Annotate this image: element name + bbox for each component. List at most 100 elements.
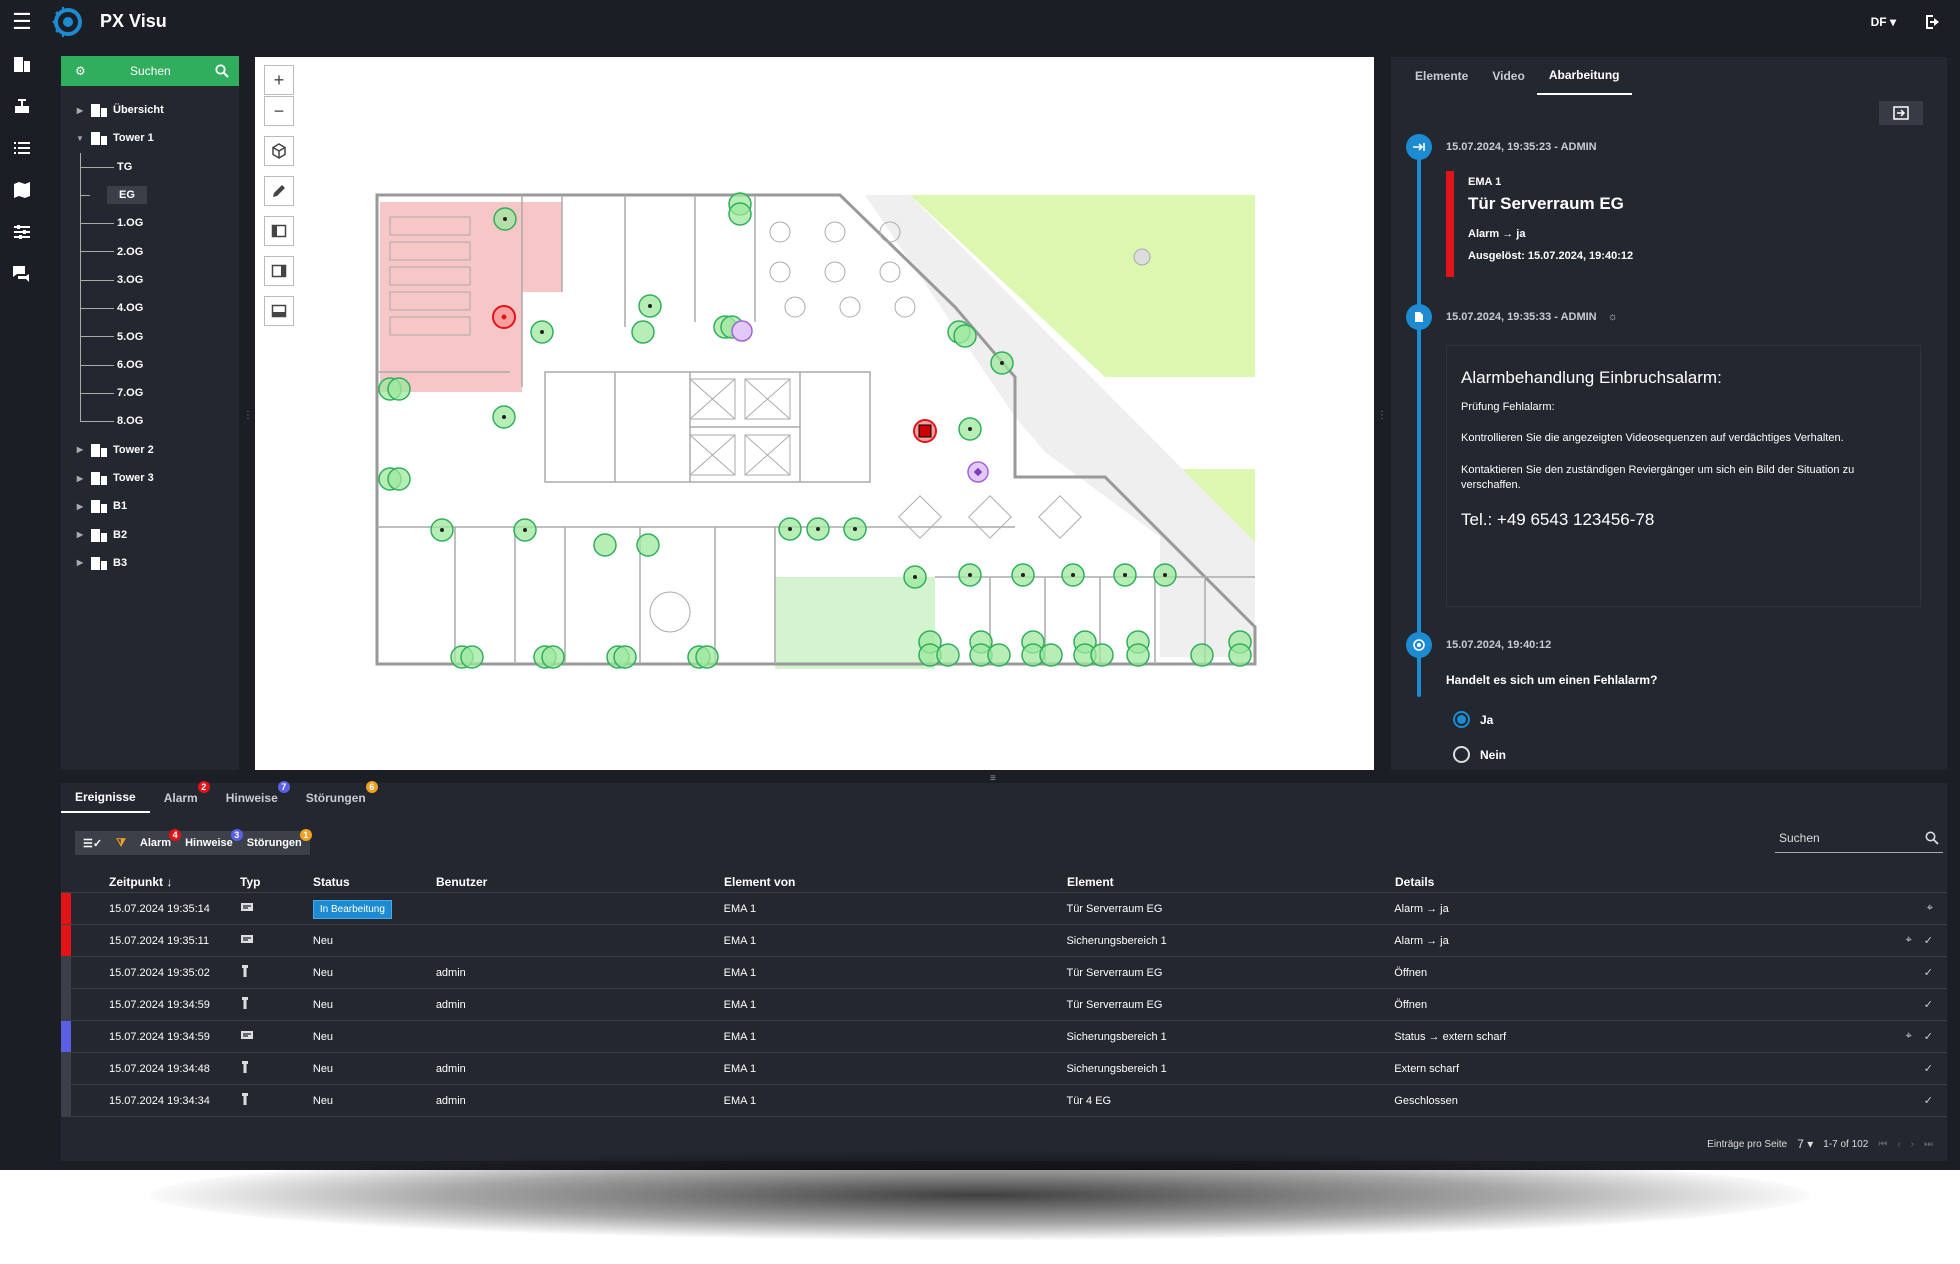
panel-right-button[interactable] xyxy=(264,256,294,286)
floor-plan[interactable] xyxy=(255,57,1374,770)
tab-elemente[interactable]: Elemente xyxy=(1403,57,1480,95)
chevron-down-icon[interactable]: ▼ xyxy=(73,134,87,143)
severity-strip xyxy=(61,893,71,924)
tree-search-bar[interactable]: ⚙ Suchen xyxy=(61,56,239,86)
search-icon[interactable] xyxy=(1925,831,1939,845)
first-page-icon[interactable]: ⏮ xyxy=(1878,1139,1887,1150)
column-header[interactable]: Element xyxy=(1067,875,1395,889)
last-page-icon[interactable]: ⏭ xyxy=(1924,1139,1933,1150)
gear-icon[interactable]: ⚙ xyxy=(75,64,86,78)
prev-page-icon[interactable]: ‹ xyxy=(1897,1139,1900,1150)
tree-floor[interactable]: 7.OG xyxy=(61,378,239,408)
tree-floor-selected[interactable]: EG xyxy=(61,180,239,210)
radio-unselected[interactable] xyxy=(1453,746,1470,763)
nav-messages[interactable] xyxy=(0,253,44,295)
radio-option-ja[interactable]: Ja xyxy=(1453,711,1493,728)
column-header[interactable]: Element von xyxy=(724,875,1067,889)
tree-node[interactable]: ▶ Tower 3 xyxy=(61,464,239,492)
tree-floor[interactable]: 1.OG xyxy=(61,209,239,238)
tree-node[interactable]: ▶ B2 xyxy=(61,520,239,548)
edit-button[interactable] xyxy=(264,176,294,206)
acknowledge-check-icon[interactable]: ✓ xyxy=(1924,1094,1933,1107)
tab-hinweise[interactable]: Hinweise 7 xyxy=(212,781,292,813)
hamburger-menu-icon[interactable]: ☰ xyxy=(0,0,44,43)
zoom-in-button[interactable]: + xyxy=(264,65,294,95)
tree-floor[interactable]: TG xyxy=(61,152,239,181)
export-button[interactable] xyxy=(1879,101,1923,125)
zoom-out-button[interactable]: − xyxy=(264,96,294,126)
acknowledge-check-icon[interactable]: ✓ xyxy=(1924,966,1933,979)
locate-icon[interactable]: ⌖ xyxy=(1906,1030,1912,1043)
tree-node[interactable]: ▼ Tower 1 xyxy=(61,124,239,152)
filter-hinweise[interactable]: Hinweise 3 xyxy=(185,829,243,849)
sun-icon: ☼ xyxy=(1607,311,1618,323)
nav-settings[interactable] xyxy=(0,211,44,253)
acknowledge-check-icon[interactable]: ✓ xyxy=(1924,1030,1933,1043)
tree-node[interactable]: ▶ B1 xyxy=(61,492,239,520)
acknowledge-check-icon[interactable]: ✓ xyxy=(1924,1062,1933,1075)
table-row[interactable]: 15.07.2024 19:34:59 Neu admin EMA 1 Tür Serv… xyxy=(61,989,1947,1021)
column-header[interactable]: Benutzer xyxy=(436,875,724,889)
table-row[interactable]: 15.07.2024 19:35:14 In Bearbeitung EMA 1 Tü… xyxy=(61,893,1947,925)
logout-icon[interactable] xyxy=(1924,14,1942,30)
tab-alarm[interactable]: Alarm 2 xyxy=(150,781,212,813)
panel-bottom-button[interactable] xyxy=(264,296,294,326)
tree-floor[interactable]: 3.OG xyxy=(61,265,239,295)
column-header[interactable]: Zeitpunkt ↓ xyxy=(109,875,240,889)
acknowledge-check-icon[interactable]: ✓ xyxy=(1924,998,1933,1011)
chevron-right-icon[interactable]: ▶ xyxy=(73,106,87,115)
chevron-right-icon[interactable]: ▶ xyxy=(73,558,87,567)
radio-selected[interactable] xyxy=(1453,711,1470,728)
tree-floor[interactable]: 8.OG xyxy=(61,407,239,435)
tree-node[interactable]: ▶ Tower 2 xyxy=(61,436,239,464)
search-icon[interactable] xyxy=(215,64,229,78)
locate-icon[interactable]: ⌖ xyxy=(1927,902,1933,915)
panel-left-button[interactable] xyxy=(264,216,294,246)
vertical-splitter[interactable]: ⋮ xyxy=(243,410,253,421)
table-row[interactable]: 15.07.2024 19:34:59 Neu EMA 1 Sicherungsber… xyxy=(61,1021,1947,1053)
table-row[interactable]: 15.07.2024 19:34:34 Neu admin EMA 1 Tür 4 EG… xyxy=(61,1085,1947,1117)
locate-icon[interactable]: ⌖ xyxy=(1906,934,1912,947)
cube-view-button[interactable] xyxy=(264,136,294,166)
radio-option-nein[interactable]: Nein xyxy=(1453,746,1506,763)
column-header[interactable]: Details xyxy=(1395,875,1828,889)
next-page-icon[interactable]: › xyxy=(1911,1139,1914,1150)
floor-plan-map[interactable]: + − xyxy=(255,57,1374,770)
question-text: Handelt es sich um einen Fehlalarm? xyxy=(1446,673,1658,687)
table-row[interactable]: 15.07.2024 19:34:48 Neu admin EMA 1 Sicherun… xyxy=(61,1053,1947,1085)
nav-list[interactable] xyxy=(0,127,44,169)
tree-node[interactable]: ▶ B3 xyxy=(61,549,239,577)
column-header[interactable]: Status xyxy=(313,875,436,889)
chevron-right-icon[interactable]: ▶ xyxy=(73,530,87,539)
column-header[interactable]: Typ xyxy=(240,875,313,889)
filter-clear-icon[interactable]: ⧩ xyxy=(116,837,126,850)
tree-floor[interactable]: 6.OG xyxy=(61,350,239,379)
filter-stoerungen[interactable]: Störungen 1 xyxy=(247,829,312,849)
acknowledge-check-icon[interactable]: ✓ xyxy=(1924,934,1933,947)
filter-alarm[interactable]: Alarm 4 xyxy=(140,829,182,849)
tree-floor[interactable]: 4.OG xyxy=(61,294,239,323)
table-row[interactable]: 15.07.2024 19:35:11 Neu EMA 1 Sicherungsber… xyxy=(61,925,1947,957)
vertical-splitter[interactable]: ⋮ xyxy=(1377,410,1387,421)
chevron-right-icon[interactable]: ▶ xyxy=(73,474,87,483)
tree-floor[interactable]: 5.OG xyxy=(61,322,239,351)
sort-list-icon[interactable]: ☰✓ xyxy=(83,837,102,850)
tab-abarbeitung[interactable]: Abarbeitung xyxy=(1536,57,1632,95)
tree-floor[interactable]: 2.OG xyxy=(61,237,239,266)
tab-ereignisse[interactable]: Ereignisse xyxy=(61,783,150,813)
tab-stoerungen[interactable]: Störungen 6 xyxy=(292,781,380,813)
building-icon xyxy=(91,104,107,118)
chevron-right-icon[interactable]: ▶ xyxy=(73,445,87,454)
nav-buildings[interactable] xyxy=(0,43,44,85)
app-logo xyxy=(52,6,82,37)
tab-video[interactable]: Video xyxy=(1480,57,1536,95)
tree-node[interactable]: ▶ Übersicht xyxy=(61,96,239,124)
user-menu[interactable]: DF ▾ xyxy=(1871,15,1896,29)
map-icon xyxy=(14,182,30,198)
nav-map[interactable] xyxy=(0,169,44,211)
nav-devices[interactable] xyxy=(0,85,44,127)
table-row[interactable]: 15.07.2024 19:35:02 Neu admin EMA 1 Tür Serv… xyxy=(61,957,1947,989)
per-page-select[interactable]: 7 ▾ xyxy=(1797,1137,1813,1151)
chevron-right-icon[interactable]: ▶ xyxy=(73,502,87,511)
events-search-input[interactable]: Suchen xyxy=(1775,823,1943,853)
